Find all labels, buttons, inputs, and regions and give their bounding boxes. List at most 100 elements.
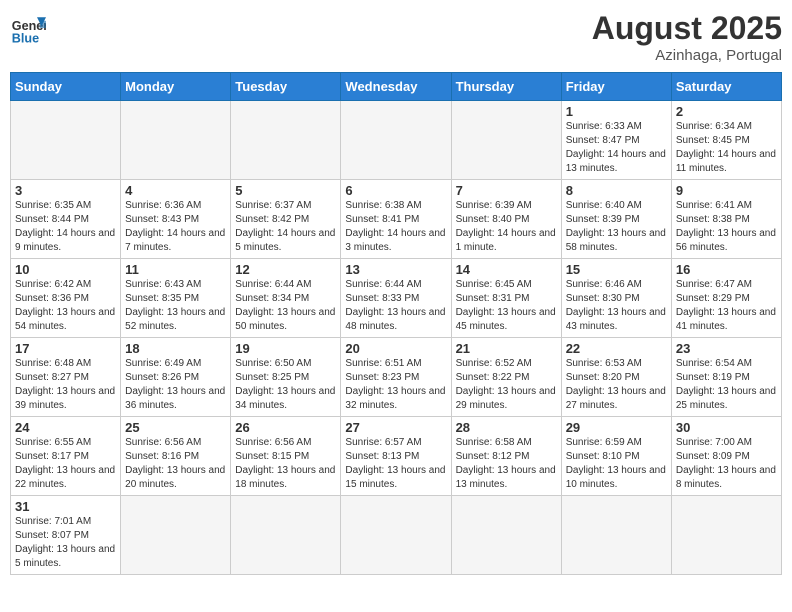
day-number: 28	[456, 420, 557, 435]
calendar-cell	[671, 496, 781, 575]
calendar-cell: 8Sunrise: 6:40 AM Sunset: 8:39 PM Daylig…	[561, 180, 671, 259]
calendar-cell: 27Sunrise: 6:57 AM Sunset: 8:13 PM Dayli…	[341, 417, 451, 496]
calendar-cell: 31Sunrise: 7:01 AM Sunset: 8:07 PM Dayli…	[11, 496, 121, 575]
day-number: 20	[345, 341, 446, 356]
calendar-cell: 3Sunrise: 6:35 AM Sunset: 8:44 PM Daylig…	[11, 180, 121, 259]
calendar-cell	[451, 496, 561, 575]
page-header: General Blue August 2025 Azinhaga, Portu…	[10, 10, 782, 64]
calendar-cell: 25Sunrise: 6:56 AM Sunset: 8:16 PM Dayli…	[121, 417, 231, 496]
calendar-cell: 16Sunrise: 6:47 AM Sunset: 8:29 PM Dayli…	[671, 259, 781, 338]
day-info: Sunrise: 6:45 AM Sunset: 8:31 PM Dayligh…	[456, 278, 557, 334]
day-info: Sunrise: 6:58 AM Sunset: 8:12 PM Dayligh…	[456, 436, 557, 492]
day-info: Sunrise: 6:56 AM Sunset: 8:15 PM Dayligh…	[235, 436, 336, 492]
day-info: Sunrise: 6:38 AM Sunset: 8:41 PM Dayligh…	[345, 199, 446, 255]
day-number: 3	[15, 183, 116, 198]
weekday-header-sunday: Sunday	[11, 73, 121, 101]
day-info: Sunrise: 6:37 AM Sunset: 8:42 PM Dayligh…	[235, 199, 336, 255]
month-title: August 2025	[592, 10, 782, 47]
calendar-cell: 12Sunrise: 6:44 AM Sunset: 8:34 PM Dayli…	[231, 259, 341, 338]
day-info: Sunrise: 6:46 AM Sunset: 8:30 PM Dayligh…	[566, 278, 667, 334]
calendar-cell: 17Sunrise: 6:48 AM Sunset: 8:27 PM Dayli…	[11, 338, 121, 417]
calendar-cell: 29Sunrise: 6:59 AM Sunset: 8:10 PM Dayli…	[561, 417, 671, 496]
day-number: 11	[125, 262, 226, 277]
calendar-week-row: 3Sunrise: 6:35 AM Sunset: 8:44 PM Daylig…	[11, 180, 782, 259]
day-number: 27	[345, 420, 446, 435]
day-number: 12	[235, 262, 336, 277]
calendar-cell	[231, 101, 341, 180]
weekday-header-row: SundayMondayTuesdayWednesdayThursdayFrid…	[11, 73, 782, 101]
day-info: Sunrise: 6:52 AM Sunset: 8:22 PM Dayligh…	[456, 357, 557, 413]
day-info: Sunrise: 6:43 AM Sunset: 8:35 PM Dayligh…	[125, 278, 226, 334]
day-number: 8	[566, 183, 667, 198]
day-number: 1	[566, 104, 667, 119]
calendar-cell	[231, 496, 341, 575]
calendar-cell: 18Sunrise: 6:49 AM Sunset: 8:26 PM Dayli…	[121, 338, 231, 417]
day-number: 22	[566, 341, 667, 356]
day-info: Sunrise: 6:48 AM Sunset: 8:27 PM Dayligh…	[15, 357, 116, 413]
day-info: Sunrise: 6:53 AM Sunset: 8:20 PM Dayligh…	[566, 357, 667, 413]
calendar-cell: 22Sunrise: 6:53 AM Sunset: 8:20 PM Dayli…	[561, 338, 671, 417]
day-info: Sunrise: 6:41 AM Sunset: 8:38 PM Dayligh…	[676, 199, 777, 255]
day-number: 26	[235, 420, 336, 435]
calendar-cell	[341, 496, 451, 575]
weekday-header-wednesday: Wednesday	[341, 73, 451, 101]
calendar-week-row: 10Sunrise: 6:42 AM Sunset: 8:36 PM Dayli…	[11, 259, 782, 338]
day-info: Sunrise: 6:54 AM Sunset: 8:19 PM Dayligh…	[676, 357, 777, 413]
day-number: 23	[676, 341, 777, 356]
day-info: Sunrise: 6:50 AM Sunset: 8:25 PM Dayligh…	[235, 357, 336, 413]
day-info: Sunrise: 6:57 AM Sunset: 8:13 PM Dayligh…	[345, 436, 446, 492]
calendar-cell: 23Sunrise: 6:54 AM Sunset: 8:19 PM Dayli…	[671, 338, 781, 417]
calendar-cell: 9Sunrise: 6:41 AM Sunset: 8:38 PM Daylig…	[671, 180, 781, 259]
calendar-cell: 21Sunrise: 6:52 AM Sunset: 8:22 PM Dayli…	[451, 338, 561, 417]
day-number: 21	[456, 341, 557, 356]
day-number: 31	[15, 499, 116, 514]
day-number: 4	[125, 183, 226, 198]
day-number: 9	[676, 183, 777, 198]
day-number: 25	[125, 420, 226, 435]
day-info: Sunrise: 6:39 AM Sunset: 8:40 PM Dayligh…	[456, 199, 557, 255]
day-info: Sunrise: 6:44 AM Sunset: 8:33 PM Dayligh…	[345, 278, 446, 334]
day-number: 10	[15, 262, 116, 277]
day-number: 6	[345, 183, 446, 198]
calendar-cell: 1Sunrise: 6:33 AM Sunset: 8:47 PM Daylig…	[561, 101, 671, 180]
weekday-header-monday: Monday	[121, 73, 231, 101]
day-number: 13	[345, 262, 446, 277]
calendar-cell: 13Sunrise: 6:44 AM Sunset: 8:33 PM Dayli…	[341, 259, 451, 338]
calendar-cell: 30Sunrise: 7:00 AM Sunset: 8:09 PM Dayli…	[671, 417, 781, 496]
calendar-cell	[451, 101, 561, 180]
calendar-cell: 5Sunrise: 6:37 AM Sunset: 8:42 PM Daylig…	[231, 180, 341, 259]
calendar-cell: 28Sunrise: 6:58 AM Sunset: 8:12 PM Dayli…	[451, 417, 561, 496]
day-info: Sunrise: 6:51 AM Sunset: 8:23 PM Dayligh…	[345, 357, 446, 413]
logo-icon: General Blue	[10, 10, 46, 46]
calendar-cell: 6Sunrise: 6:38 AM Sunset: 8:41 PM Daylig…	[341, 180, 451, 259]
weekday-header-tuesday: Tuesday	[231, 73, 341, 101]
calendar-cell: 15Sunrise: 6:46 AM Sunset: 8:30 PM Dayli…	[561, 259, 671, 338]
location-subtitle: Azinhaga, Portugal	[592, 47, 782, 64]
calendar-week-row: 1Sunrise: 6:33 AM Sunset: 8:47 PM Daylig…	[11, 101, 782, 180]
day-number: 15	[566, 262, 667, 277]
day-number: 14	[456, 262, 557, 277]
calendar-cell	[561, 496, 671, 575]
day-info: Sunrise: 7:00 AM Sunset: 8:09 PM Dayligh…	[676, 436, 777, 492]
calendar-cell: 11Sunrise: 6:43 AM Sunset: 8:35 PM Dayli…	[121, 259, 231, 338]
calendar-cell: 20Sunrise: 6:51 AM Sunset: 8:23 PM Dayli…	[341, 338, 451, 417]
calendar-cell: 2Sunrise: 6:34 AM Sunset: 8:45 PM Daylig…	[671, 101, 781, 180]
day-number: 18	[125, 341, 226, 356]
day-info: Sunrise: 6:47 AM Sunset: 8:29 PM Dayligh…	[676, 278, 777, 334]
weekday-header-thursday: Thursday	[451, 73, 561, 101]
weekday-header-saturday: Saturday	[671, 73, 781, 101]
day-number: 16	[676, 262, 777, 277]
calendar-week-row: 17Sunrise: 6:48 AM Sunset: 8:27 PM Dayli…	[11, 338, 782, 417]
day-info: Sunrise: 6:55 AM Sunset: 8:17 PM Dayligh…	[15, 436, 116, 492]
calendar-week-row: 31Sunrise: 7:01 AM Sunset: 8:07 PM Dayli…	[11, 496, 782, 575]
day-number: 2	[676, 104, 777, 119]
day-number: 5	[235, 183, 336, 198]
day-info: Sunrise: 6:59 AM Sunset: 8:10 PM Dayligh…	[566, 436, 667, 492]
calendar-cell	[341, 101, 451, 180]
calendar-cell	[11, 101, 121, 180]
calendar-cell: 10Sunrise: 6:42 AM Sunset: 8:36 PM Dayli…	[11, 259, 121, 338]
calendar-cell: 24Sunrise: 6:55 AM Sunset: 8:17 PM Dayli…	[11, 417, 121, 496]
day-number: 19	[235, 341, 336, 356]
calendar-cell	[121, 101, 231, 180]
logo: General Blue	[10, 10, 46, 46]
